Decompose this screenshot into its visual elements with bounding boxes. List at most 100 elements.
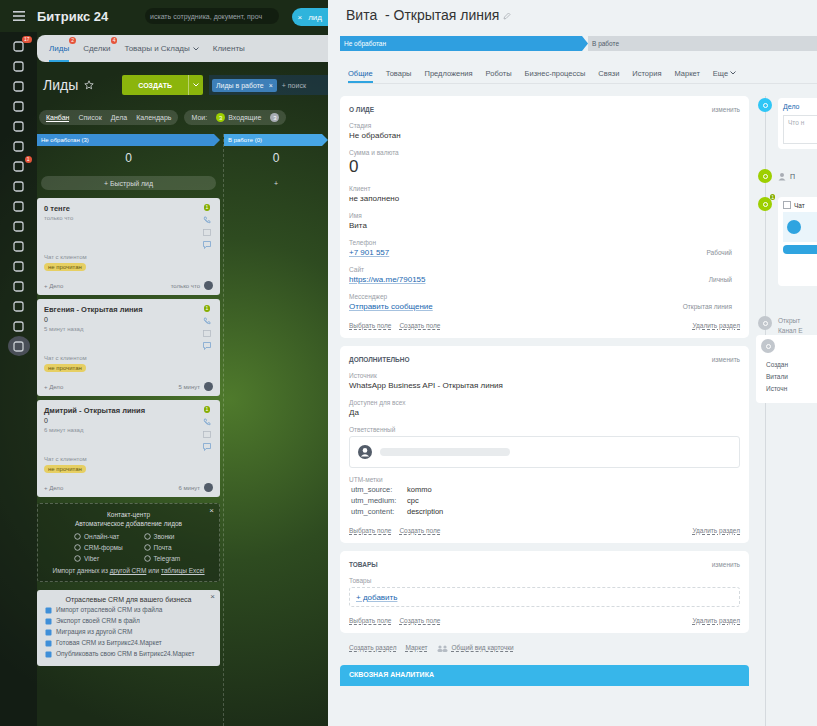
sidebar-item[interactable]	[8, 236, 30, 256]
mail-icon[interactable]	[203, 229, 211, 236]
timeline-tab[interactable]: Дело	[783, 102, 817, 112]
mail-icon[interactable]	[203, 431, 211, 438]
lead-card[interactable]: Дмитрий - Открытая линия06 минут назад1Ч…	[37, 400, 220, 497]
lead-tab[interactable]: Предложения	[424, 63, 472, 83]
edit-link[interactable]: изменить	[712, 561, 740, 568]
column-header[interactable]: Не обработан (3)	[37, 134, 220, 146]
mail-icon[interactable]	[203, 330, 211, 337]
add-product-link[interactable]: + добавить	[356, 593, 397, 602]
industry-item[interactable]: Опубликовать свою CRM в Битрикс24.Маркет	[45, 650, 212, 658]
section-action[interactable]: Создать поле	[399, 321, 440, 331]
lead-tab[interactable]: Роботы	[486, 63, 512, 83]
view-tab[interactable]: Список	[78, 114, 101, 121]
sidebar-item[interactable]	[8, 96, 30, 116]
field-link[interactable]: +7 901 557	[349, 247, 389, 258]
edit-link[interactable]: изменить	[712, 106, 740, 113]
avatar-icon[interactable]	[204, 382, 213, 391]
analytics-bar[interactable]: СКВОЗНАЯ АНАЛИТИКА	[340, 665, 749, 686]
sidebar-item[interactable]	[8, 316, 30, 336]
channel-item[interactable]: Почта	[144, 544, 214, 551]
phone-icon[interactable]	[203, 418, 211, 426]
quick-add-button[interactable]: +	[228, 176, 324, 190]
quick-add-button[interactable]: + Быстрый лид	[41, 176, 216, 190]
channel-item[interactable]: Звонки	[144, 533, 214, 540]
chat-icon[interactable]	[203, 342, 211, 350]
filter-field[interactable]: Лиды в работе ×+ поиск	[209, 75, 328, 95]
chat-icon[interactable]	[203, 443, 211, 451]
close-icon[interactable]: ×	[298, 13, 303, 22]
channel-item[interactable]: CRM-формы	[74, 544, 144, 551]
add-activity-button[interactable]: + Дело	[44, 384, 174, 390]
pencil-icon[interactable]	[503, 12, 511, 20]
lead-card[interactable]: 0 тенгетолько что1Чат с клиентомне прочи…	[37, 198, 220, 295]
comment-input[interactable]: Что н	[783, 115, 817, 144]
sidebar-item[interactable]	[8, 136, 30, 156]
lead-tab[interactable]: История	[632, 63, 661, 83]
sidebar-item[interactable]	[8, 276, 30, 296]
add-activity-button[interactable]: + Дело	[44, 485, 174, 491]
crm-tab[interactable]: Лиды2	[49, 35, 69, 62]
view-tab[interactable]: Канбан	[46, 114, 69, 122]
close-icon[interactable]: ×	[210, 592, 215, 601]
avatar-icon[interactable]	[204, 483, 213, 492]
lead-tab[interactable]: Бизнес-процессы	[525, 63, 586, 83]
sidebar-item[interactable]: 1	[8, 156, 30, 176]
sidebar-item[interactable]	[8, 196, 30, 216]
open-chat-button[interactable]	[783, 245, 817, 254]
sidebar-item[interactable]	[8, 56, 30, 76]
slider-tab[interactable]: ×лид	[292, 8, 328, 26]
lead-card[interactable]: Евгения - Открытая линия05 минут назад1Ч…	[37, 299, 220, 396]
field-link[interactable]: Отправить сообщение	[349, 301, 433, 312]
counter[interactable]: 3Входящие	[216, 113, 261, 122]
section-action[interactable]: Выбрать поле	[349, 526, 391, 536]
remove-icon[interactable]: ×	[269, 82, 273, 89]
industry-item[interactable]: Готовая CRM из Битрикс24.Маркет	[45, 639, 212, 647]
phone-icon[interactable]	[203, 317, 211, 325]
lead-tab[interactable]: Общие	[348, 63, 373, 83]
stage[interactable]: Не обработан	[340, 36, 588, 51]
lead-tab[interactable]: Товары	[386, 63, 412, 83]
field-link[interactable]: https://wa.me/790155	[349, 274, 426, 285]
bottom-link[interactable]: Общий вид карточки	[437, 643, 514, 653]
remove-section-link[interactable]: Удалить раздел	[692, 616, 740, 626]
close-icon[interactable]: ×	[209, 506, 214, 515]
section-action[interactable]: Создать поле	[399, 526, 440, 536]
section-action[interactable]: Создать поле	[399, 616, 440, 626]
crm-tab[interactable]: Сделки4	[83, 35, 110, 62]
avatar-icon[interactable]	[204, 281, 213, 290]
edit-link[interactable]: изменить	[712, 356, 740, 363]
menu-button[interactable]	[0, 11, 37, 21]
lead-tab[interactable]: Связи	[598, 63, 619, 83]
counter[interactable]: 3	[270, 113, 279, 122]
checkbox[interactable]	[783, 201, 791, 209]
view-tab[interactable]: Дела	[111, 114, 127, 121]
responsible-field[interactable]	[349, 436, 740, 468]
section-action[interactable]: Выбрать поле	[349, 616, 391, 626]
sidebar-item[interactable]	[8, 116, 30, 136]
remove-section-link[interactable]: Удалить раздел	[692, 526, 740, 536]
sidebar-item[interactable]	[8, 336, 30, 356]
bottom-link[interactable]: Маркет	[406, 643, 428, 653]
lead-tab[interactable]: Маркет	[674, 63, 699, 83]
sidebar-item[interactable]	[8, 256, 30, 276]
view-tab[interactable]: Календарь	[136, 114, 171, 121]
phone-icon[interactable]	[203, 216, 211, 224]
chat-icon[interactable]	[203, 241, 211, 249]
lead-tab[interactable]: Еще	[713, 63, 736, 83]
sidebar-item[interactable]: 17	[8, 36, 30, 56]
industry-item[interactable]: Миграция из другой CRM	[45, 628, 212, 636]
sidebar-item[interactable]	[8, 296, 30, 316]
sidebar-item[interactable]	[8, 176, 30, 196]
logo[interactable]: Битрикс 24	[37, 9, 145, 24]
add-activity-button[interactable]: + Дело	[44, 283, 167, 289]
create-button[interactable]: СОЗДАТЬ	[122, 75, 203, 95]
sidebar-item[interactable]	[8, 76, 30, 96]
crm-tab[interactable]: Товары и Склады	[124, 35, 198, 62]
channel-item[interactable]: Онлайн-чат	[74, 533, 144, 540]
industry-item[interactable]: Импорт отраслевой CRM из файла	[45, 606, 212, 614]
stage[interactable]: В работе	[588, 36, 817, 51]
remove-section-link[interactable]: Удалить раздел	[692, 321, 740, 331]
crm-tab[interactable]: Клиенты	[213, 35, 245, 62]
search-field[interactable]: искать сотрудника, документ, проч	[145, 8, 279, 24]
channel-item[interactable]: Telegram	[144, 555, 214, 562]
